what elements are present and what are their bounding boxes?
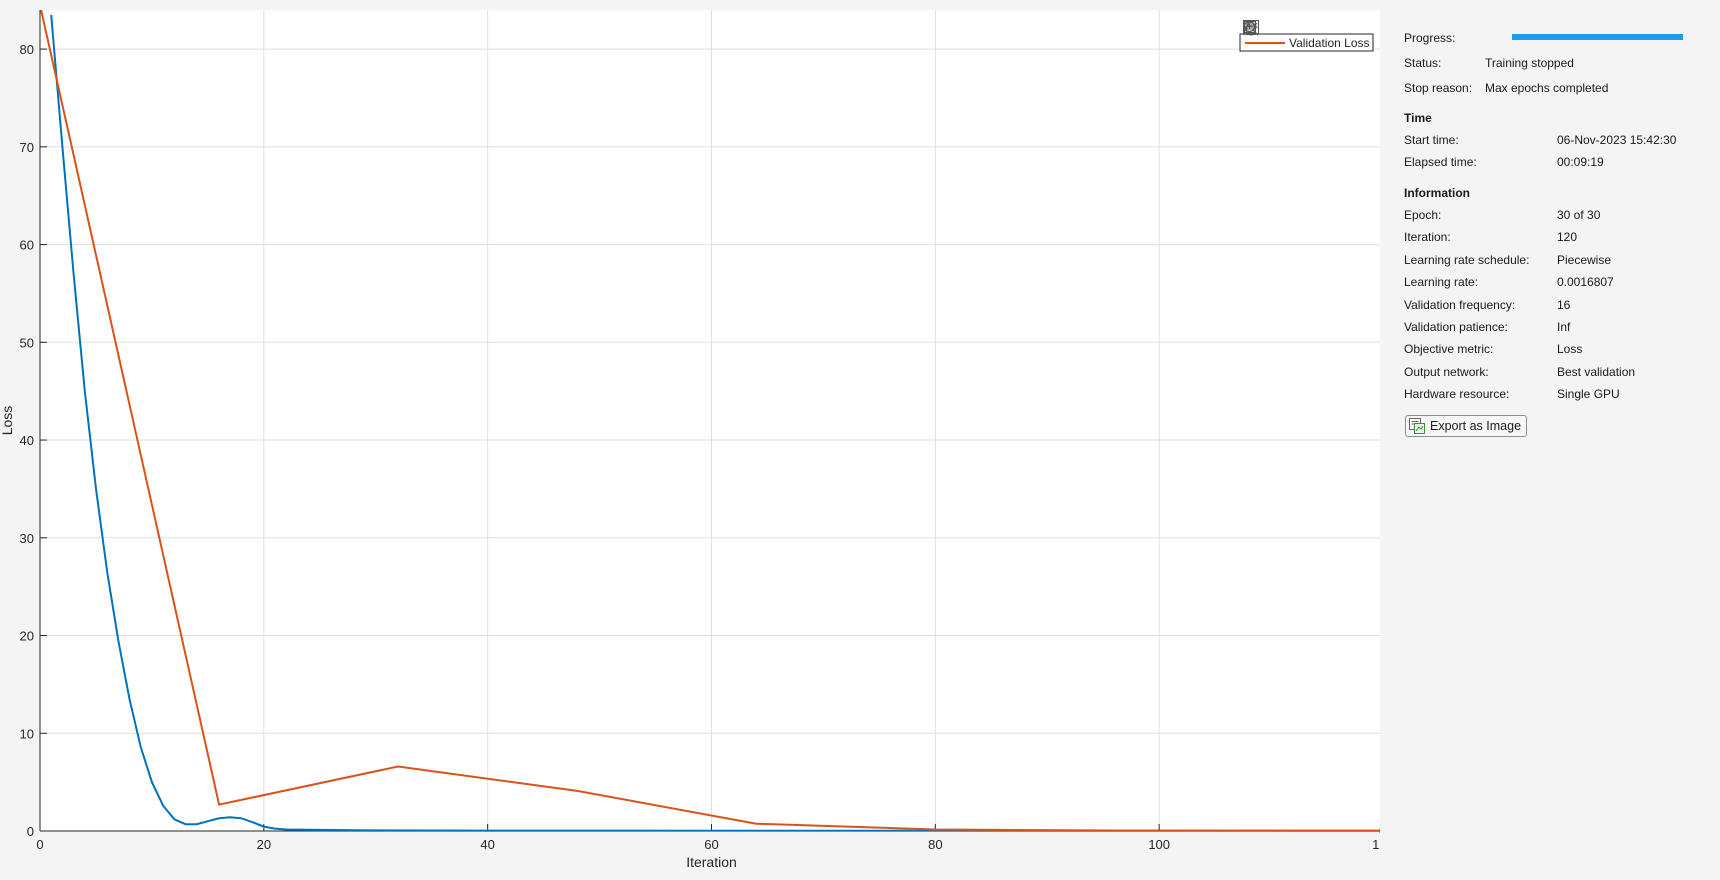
loss-chart[interactable]: 0 20 40 60 80 100 120 0 10 20 30 40 50 60 70 80 Iteratio… xyxy=(0,0,1380,880)
y-axis-title: Loss xyxy=(0,406,15,436)
x-tick-label: 80 xyxy=(928,837,942,852)
axes-toolbar xyxy=(1243,20,1382,42)
zoom-out-icon[interactable] xyxy=(1244,21,1362,41)
info-field-value: 120 xyxy=(1557,230,1578,245)
y-tick-label: 50 xyxy=(20,335,34,350)
elapsed-time-label: Elapsed time: xyxy=(1404,155,1477,169)
x-tick-label: 60 xyxy=(704,837,718,852)
x-tick-label: 20 xyxy=(257,837,271,852)
info-field-label: Validation patience: xyxy=(1404,320,1508,334)
progress-bar xyxy=(1512,34,1683,40)
y-tick-label: 60 xyxy=(20,238,34,253)
status-label: Status: xyxy=(1404,56,1442,70)
x-tick-label: 40 xyxy=(480,837,494,852)
info-field-value: Inf xyxy=(1557,320,1571,334)
home-icon[interactable] xyxy=(1244,20,1382,41)
progress-bar-fill xyxy=(1512,34,1683,40)
info-field-label: Validation frequency: xyxy=(1404,297,1516,312)
stop-reason-value: Max epochs completed xyxy=(1485,81,1609,95)
x-tick-label: 120 xyxy=(1372,837,1380,852)
time-section-title: Time xyxy=(1404,111,1432,125)
information-section-title: Information xyxy=(1404,186,1470,200)
plot-background xyxy=(40,10,1380,831)
x-axis-title: Iteration xyxy=(686,854,737,870)
zoom-in-icon[interactable] xyxy=(1244,21,1342,41)
info-field-label: Hardware resource: xyxy=(1404,387,1510,402)
info-field-value: 30 of 30 xyxy=(1557,208,1601,222)
training-info-panel: Progress: Status: Training stopped Stop … xyxy=(1384,0,1720,880)
info-field-label: Learning rate schedule: xyxy=(1404,252,1530,267)
start-time-value: 06-Nov-2023 15:42:30 xyxy=(1557,133,1677,147)
y-tick-label: 70 xyxy=(20,140,34,155)
info-field-value: 0.0016807 xyxy=(1557,275,1614,290)
training-plot[interactable]: 0 20 40 60 80 100 120 0 10 20 30 40 50 60 70 80 Iteratio… xyxy=(0,0,1380,880)
y-tick-label: 30 xyxy=(20,531,34,546)
y-tick-label: 10 xyxy=(20,726,34,741)
info-field-label: Iteration: xyxy=(1404,230,1451,245)
info-field-label: Output network: xyxy=(1404,364,1489,379)
pan-icon[interactable] xyxy=(1244,21,1322,41)
y-tick-label: 40 xyxy=(20,433,34,448)
info-field-value: Piecewise xyxy=(1557,252,1612,267)
info-field-value: 16 xyxy=(1557,297,1571,312)
export-as-image-button[interactable]: Export as Image xyxy=(1405,415,1528,437)
stop-reason-label: Stop reason: xyxy=(1404,81,1473,95)
info-field-value: Single GPU xyxy=(1557,387,1620,402)
data-tips-icon[interactable] xyxy=(1244,21,1302,41)
progress-label: Progress: xyxy=(1404,31,1456,45)
start-time-label: Start time: xyxy=(1404,133,1459,147)
x-tick-label: 0 xyxy=(36,837,43,852)
info-field-label: Objective metric: xyxy=(1404,342,1494,357)
x-tick-label: 100 xyxy=(1148,837,1170,852)
info-field-value: Best validation xyxy=(1557,364,1636,379)
y-tick-label: 0 xyxy=(27,824,34,839)
export-image-icon xyxy=(1409,418,1425,434)
export-button-label: Export as Image xyxy=(1430,419,1522,433)
info-field-value: Loss xyxy=(1557,342,1583,357)
elapsed-time-value: 00:09:19 xyxy=(1557,155,1604,169)
y-tick-label: 80 xyxy=(20,42,34,57)
status-value: Training stopped xyxy=(1485,56,1574,70)
info-field-label: Epoch: xyxy=(1404,208,1442,222)
y-tick-label: 20 xyxy=(20,629,34,644)
info-field-label: Learning rate: xyxy=(1404,275,1479,290)
brush-icon[interactable] xyxy=(1243,21,1282,41)
